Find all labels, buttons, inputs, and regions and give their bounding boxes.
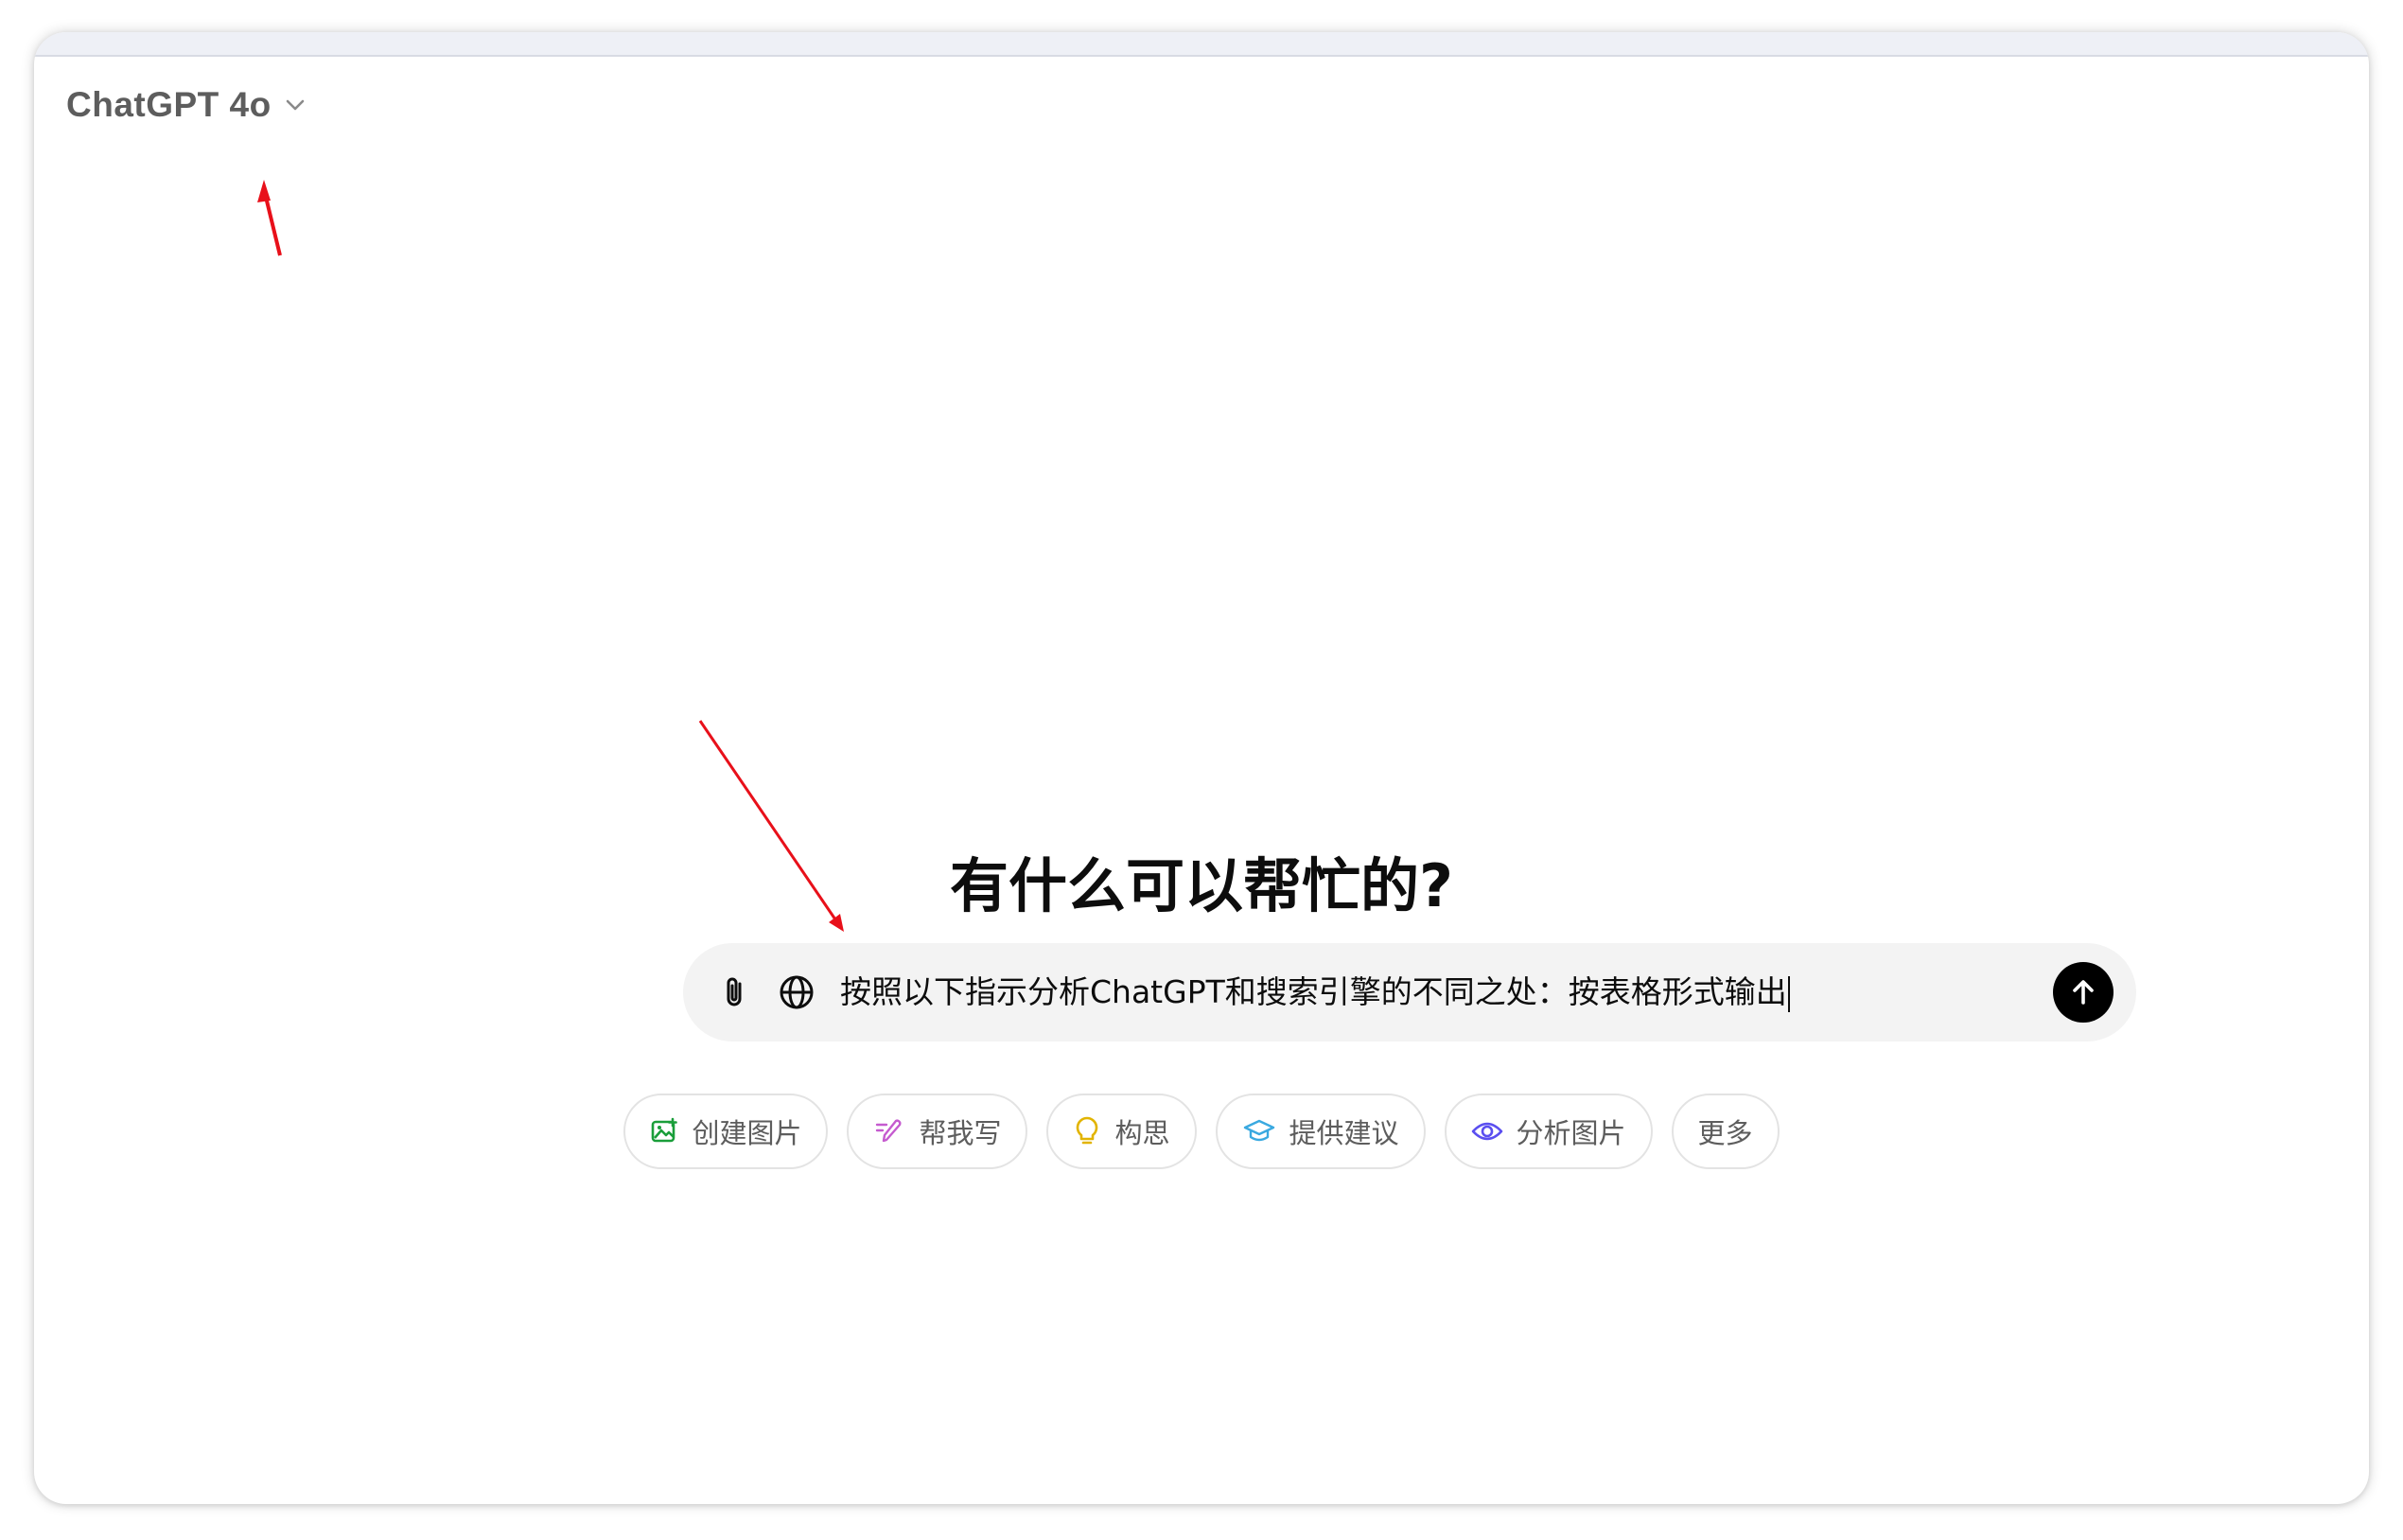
pen-icon	[876, 1119, 902, 1143]
chip-label: 构思	[1114, 1117, 1170, 1149]
chip-label: 创建图片	[692, 1117, 802, 1149]
text-caret	[1787, 975, 1790, 1012]
app-window: ChatGPT 4o 有什么可以帮忙的? 按照以下指示分析ChatGPT和搜索引…	[34, 32, 2369, 1504]
send-button[interactable]	[2053, 962, 2114, 1023]
chip-label: 帮我写	[919, 1117, 1002, 1149]
chevron-down-icon	[285, 98, 306, 112]
suggestion-chips: 创建图片 帮我写 构思 提供建议 分析图片 更多	[34, 1094, 2369, 1169]
arrow-up-icon	[2073, 980, 2094, 1005]
chip-analyze-image[interactable]: 分析图片	[1444, 1094, 1653, 1169]
chip-help-write[interactable]: 帮我写	[847, 1094, 1028, 1169]
model-selector[interactable]: ChatGPT 4o	[66, 85, 306, 125]
image-create-icon	[652, 1117, 678, 1143]
chip-label: 提供建议	[1289, 1117, 1399, 1149]
paperclip-icon[interactable]	[717, 973, 755, 1011]
message-composer[interactable]: 按照以下指示分析ChatGPT和搜索引擎的不同之处：按表格形式输出	[683, 943, 2136, 1041]
chip-label: 更多	[1697, 1117, 1753, 1149]
chip-more[interactable]: 更多	[1671, 1094, 1780, 1169]
chip-label: 分析图片	[1516, 1117, 1626, 1149]
chip-brainstorm[interactable]: 构思	[1046, 1094, 1197, 1169]
page-headline: 有什么可以帮忙的?	[950, 851, 1453, 920]
model-name: ChatGPT 4o	[66, 85, 272, 124]
chip-give-advice[interactable]: 提供建议	[1215, 1094, 1426, 1169]
prompt-text: 按照以下指示分析ChatGPT和搜索引擎的不同之处：按表格形式输出	[840, 973, 1787, 1010]
lightbulb-icon	[1077, 1116, 1098, 1145]
globe-icon[interactable]	[778, 973, 816, 1011]
eye-icon	[1471, 1122, 1502, 1141]
prompt-input[interactable]: 按照以下指示分析ChatGPT和搜索引擎的不同之处：按表格形式输出	[840, 943, 1790, 1041]
graduation-cap-icon	[1243, 1119, 1274, 1142]
chip-create-image[interactable]: 创建图片	[623, 1094, 829, 1169]
window-top-bar	[34, 32, 2369, 57]
